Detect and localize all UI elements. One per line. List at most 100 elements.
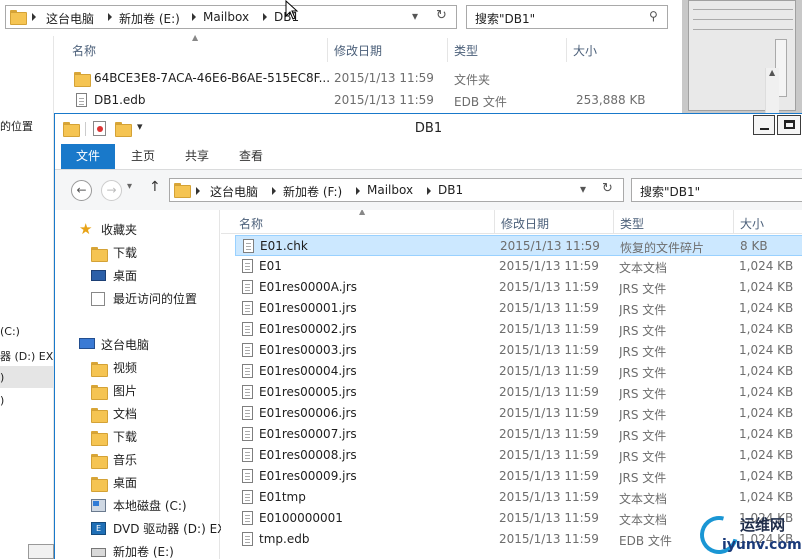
background-column-name[interactable]: 名称 [72,42,96,59]
table-row[interactable]: E01tmp 2015/1/13 11:59 文本文档 1,024 KB [235,487,802,508]
background-nav-text[interactable]: 器 (D:) EX [0,348,53,364]
title-bar[interactable]: ▾ DB1 [55,114,802,144]
chevron-down-icon[interactable]: ▾ [580,182,586,196]
breadcrumb-mailbox[interactable]: Mailbox [367,183,413,197]
background-address-bar[interactable]: 这台电脑 新加卷 (E:) Mailbox DB1 ▾ ↻ [5,5,457,29]
search-icon[interactable]: ⚲ [649,9,658,23]
column-date[interactable]: 修改日期 [501,215,549,232]
tab-home[interactable]: 主页 [121,144,165,169]
panel-row [693,21,793,30]
file-type: EDB 文件 [619,534,672,548]
breadcrumb-volume[interactable]: 新加卷 (F:) [283,183,342,200]
background-scrollbar[interactable]: ▲ [765,68,779,114]
background-breadcrumb-2[interactable]: Mailbox [203,10,249,24]
folder-icon [74,72,91,87]
recent-locations-icon[interactable]: ▾ [127,181,132,192]
file-type: 文本文档 [619,513,668,527]
maximize-button[interactable] [777,115,801,135]
file-type: JRS 文件 [619,303,667,317]
background-column-date[interactable]: 修改日期 [334,42,382,59]
table-row[interactable]: E01res00003.jrs 2015/1/13 11:59 JRS 文件 1,02… [235,340,802,361]
tab-file[interactable]: 文件 [61,144,115,169]
minimize-button[interactable] [753,115,775,135]
file-type: 文本文档 [619,261,668,275]
column-separator[interactable] [566,38,567,62]
file-icon [242,364,253,378]
table-row[interactable]: E01res00002.jrs 2015/1/13 11:59 JRS 文件 1,02… [235,319,802,340]
table-row[interactable]: E01res00006.jrs 2015/1/13 11:59 JRS 文件 1,02… [235,403,802,424]
file-type: JRS 文件 [619,345,667,359]
file-date: 2015/1/13 11:59 [499,406,599,420]
nav-item-label: 最近访问的位置 [113,292,198,306]
sort-up-icon: ▲ [192,33,199,42]
table-row[interactable]: E01res00004.jrs 2015/1/13 11:59 JRS 文件 1,02… [235,361,802,382]
drive-icon [91,548,106,557]
table-row[interactable]: E01res00005.jrs 2015/1/13 11:59 JRS 文件 1,02… [235,382,802,403]
background-breadcrumb-1[interactable]: 新加卷 (E:) [119,10,180,27]
refresh-icon[interactable]: ↻ [602,181,613,196]
file-icon [242,259,253,273]
background-file-row[interactable]: DB1.edb 2015/1/13 11:59 EDB 文件 253,888 K… [56,90,646,112]
file-type: JRS 文件 [619,471,667,485]
background-search-box[interactable]: 搜索"DB1" ⚲ [466,5,668,29]
tab-share[interactable]: 共享 [175,144,219,169]
background-column-size[interactable]: 大小 [573,42,597,59]
column-separator[interactable] [613,210,614,234]
file-size: 1,024 KB [739,406,794,420]
up-button[interactable]: ↑ [149,179,161,195]
background-file-date: 2015/1/13 11:59 [334,71,434,85]
nav-item-label: 本地磁盘 (C:) [113,499,187,513]
column-separator[interactable] [447,38,448,62]
desktop-folder-icon [91,477,108,492]
table-row[interactable]: E01.chk 2015/1/13 11:59 恢复的文件碎片 8 KB [235,235,802,256]
pictures-folder-icon [91,385,108,400]
background-scroll-thumb[interactable] [28,544,54,559]
background-breadcrumb-0[interactable]: 这台电脑 [46,10,94,27]
tab-view[interactable]: 查看 [229,144,273,169]
background-nav-text[interactable]: ) [0,371,4,384]
file-date: 2015/1/13 11:59 [499,343,599,357]
sort-up-icon: ▲ [359,210,366,216]
background-file-row[interactable]: 64BCE3E8-7ACA-46E6-B6AE-515EC8F... 2015/… [56,68,646,90]
breadcrumb-arrow-icon [192,13,196,21]
breadcrumb-arrow-icon [32,13,36,21]
documents-folder-icon [91,408,108,423]
table-row[interactable]: E01res00001.jrs 2015/1/13 11:59 JRS 文件 1,02… [235,298,802,319]
folder-icon [174,183,191,198]
panel-row [693,1,793,10]
table-row[interactable]: E01res00007.jrs 2015/1/13 11:59 JRS 文件 1,02… [235,424,802,445]
forward-button[interactable]: → [101,180,122,201]
table-row[interactable]: E01 2015/1/13 11:59 文本文档 1,024 KB [235,256,802,277]
background-file-size: 253,888 KB [576,93,646,107]
background-column-type[interactable]: 类型 [454,42,478,59]
background-nav-text[interactable]: 的位置 [0,118,33,134]
refresh-icon[interactable]: ↻ [436,8,447,23]
breadcrumb-db1[interactable]: DB1 [438,183,463,197]
file-icon [242,322,253,336]
column-separator[interactable] [327,38,328,62]
table-row[interactable]: E01res0000A.jrs 2015/1/13 11:59 JRS 文件 1,02… [235,277,802,298]
column-size[interactable]: 大小 [740,215,764,232]
column-type[interactable]: 类型 [620,215,644,232]
file-size: 1,024 KB [739,385,794,399]
file-date: 2015/1/13 11:59 [499,511,599,525]
background-nav-text[interactable]: ) [0,394,4,407]
chevron-down-icon[interactable]: ▾ [412,9,418,23]
column-name[interactable]: 名称 [239,215,263,232]
column-separator[interactable] [733,210,734,234]
file-type: 文本文档 [619,492,668,506]
back-button[interactable]: ← [71,180,92,201]
background-file-date: 2015/1/13 11:59 [334,93,434,107]
address-bar[interactable]: 这台电脑 新加卷 (F:) Mailbox DB1 ▾ ↻ [169,178,624,202]
file-icon [242,511,253,525]
scroll-up-icon[interactable]: ▲ [769,68,775,77]
column-header-row: 名称 ▲ 修改日期 类型 大小 [221,210,802,234]
file-name: E01res00001.jrs [259,301,357,315]
search-box[interactable]: 搜索"DB1" [631,178,802,202]
background-nav-text[interactable]: (C:) [0,325,20,338]
window-title: DB1 [414,121,443,136]
column-separator[interactable] [494,210,495,234]
breadcrumb-this-pc[interactable]: 这台电脑 [210,183,258,200]
table-row[interactable]: E01res00008.jrs 2015/1/13 11:59 JRS 文件 1,02… [235,445,802,466]
table-row[interactable]: E01res00009.jrs 2015/1/13 11:59 JRS 文件 1,02… [235,466,802,487]
